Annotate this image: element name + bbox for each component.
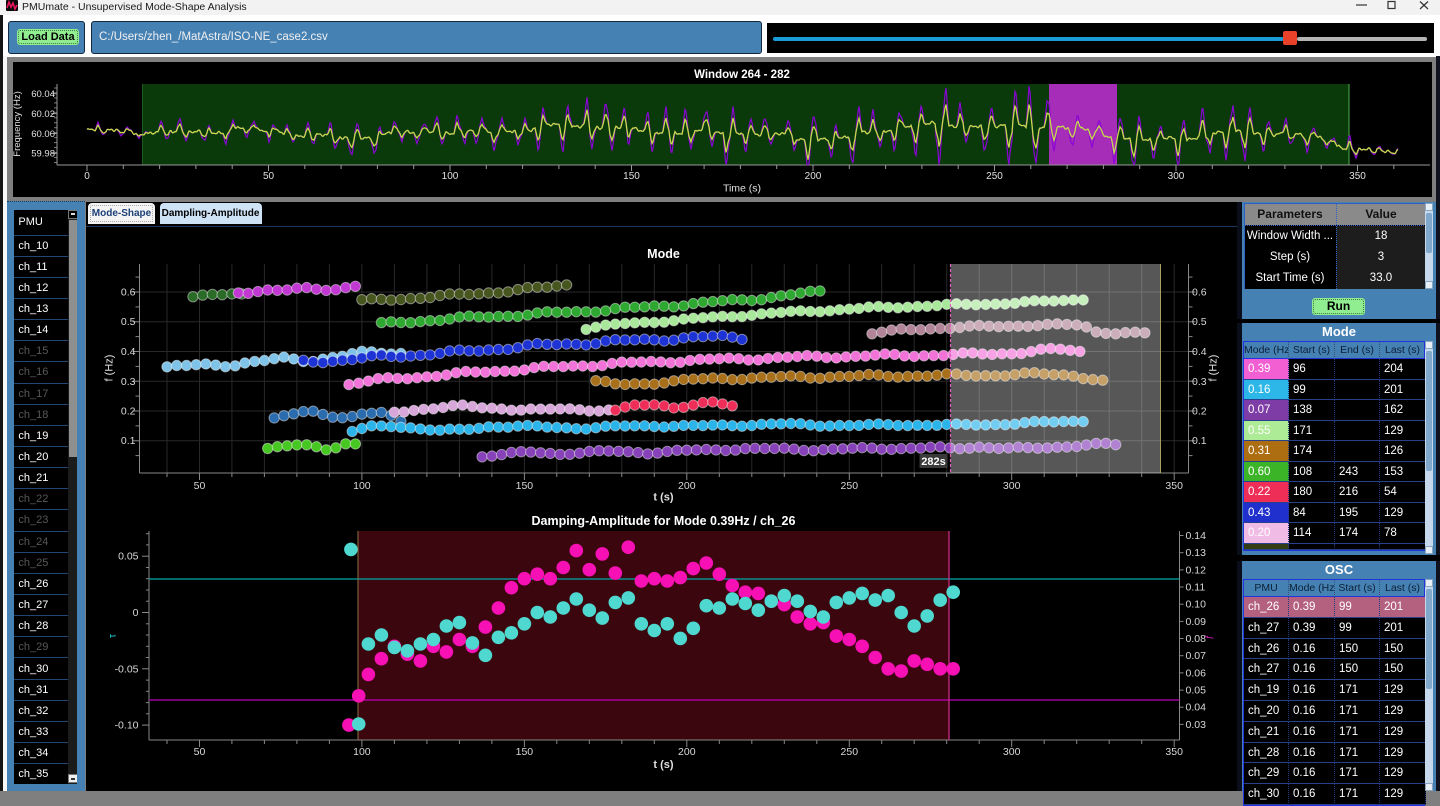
svg-text:-0.05: -0.05 (114, 663, 138, 675)
svg-text:t (s): t (s) (653, 492, 674, 504)
svg-text:150: 150 (515, 480, 533, 492)
svg-text:60.04: 60.04 (31, 89, 55, 100)
svg-text:59.98: 59.98 (31, 149, 55, 160)
svg-text:0.07: 0.07 (1185, 650, 1206, 662)
svg-text:ƒ: ƒ (1203, 634, 1213, 639)
svg-text:f (Hz): f (Hz) (1207, 355, 1219, 382)
svg-text:0.1: 0.1 (120, 435, 135, 447)
svg-text:0.06: 0.06 (1185, 667, 1206, 679)
svg-text:0.4: 0.4 (1192, 346, 1207, 358)
svg-text:350: 350 (1165, 746, 1183, 758)
svg-text:282s: 282s (921, 456, 945, 468)
svg-text:0.13: 0.13 (1185, 547, 1206, 559)
svg-text:300: 300 (1002, 746, 1020, 758)
svg-text:0.04: 0.04 (1185, 702, 1206, 714)
svg-text:t (s): t (s) (653, 759, 674, 771)
svg-text:300: 300 (1002, 480, 1020, 492)
svg-text:0.3: 0.3 (1192, 376, 1207, 388)
svg-text:0.09: 0.09 (1185, 616, 1206, 628)
svg-text:0.12: 0.12 (1185, 564, 1206, 576)
svg-text:Mode: Mode (647, 247, 680, 261)
svg-text:50: 50 (263, 171, 275, 182)
svg-text:0.03: 0.03 (1185, 719, 1206, 731)
svg-text:250: 250 (840, 746, 858, 758)
svg-text:0.14: 0.14 (1185, 530, 1206, 542)
svg-text:200: 200 (678, 480, 696, 492)
svg-text:100: 100 (353, 746, 371, 758)
svg-text:60.02: 60.02 (31, 109, 55, 120)
svg-text:200: 200 (805, 171, 822, 182)
svg-text:0.11: 0.11 (1185, 582, 1205, 594)
svg-text:0: 0 (84, 171, 90, 182)
svg-text:100: 100 (353, 480, 371, 492)
svg-text:50: 50 (193, 746, 205, 758)
svg-text:Frequency (Hz): Frequency (Hz) (13, 91, 23, 156)
svg-text:τ: τ (107, 634, 118, 638)
svg-text:150: 150 (623, 171, 640, 182)
svg-text:0.10: 0.10 (1185, 599, 1206, 611)
svg-text:0.6: 0.6 (1192, 287, 1207, 299)
svg-text:250: 250 (840, 480, 858, 492)
svg-text:150: 150 (515, 746, 533, 758)
svg-text:f (Hz): f (Hz) (103, 355, 115, 382)
svg-text:200: 200 (678, 746, 696, 758)
svg-text:0.05: 0.05 (1185, 685, 1206, 697)
svg-text:Damping-Amplitude for Mode 0.3: Damping-Amplitude for Mode 0.39Hz / ch_2… (531, 514, 795, 528)
svg-text:Window 264 - 282: Window 264 - 282 (694, 69, 790, 81)
svg-text:350: 350 (1165, 480, 1183, 492)
svg-text:0.05: 0.05 (118, 551, 139, 563)
svg-text:0.5: 0.5 (1192, 316, 1207, 328)
svg-text:0.2: 0.2 (120, 406, 135, 418)
svg-text:0.2: 0.2 (1192, 406, 1207, 418)
svg-text:0.1: 0.1 (1192, 435, 1207, 447)
svg-text:350: 350 (1349, 171, 1366, 182)
svg-text:0.5: 0.5 (120, 316, 135, 328)
svg-text:50: 50 (193, 480, 205, 492)
svg-text:60.00: 60.00 (31, 129, 55, 140)
svg-text:0: 0 (132, 607, 138, 619)
svg-text:0.3: 0.3 (120, 376, 135, 388)
svg-text:100: 100 (442, 171, 459, 182)
svg-text:-0.10: -0.10 (114, 720, 138, 732)
svg-text:Time (s): Time (s) (723, 183, 761, 195)
svg-text:250: 250 (986, 171, 1003, 182)
svg-text:0.4: 0.4 (120, 346, 135, 358)
svg-text:300: 300 (1168, 171, 1185, 182)
svg-text:0.6: 0.6 (120, 287, 135, 299)
